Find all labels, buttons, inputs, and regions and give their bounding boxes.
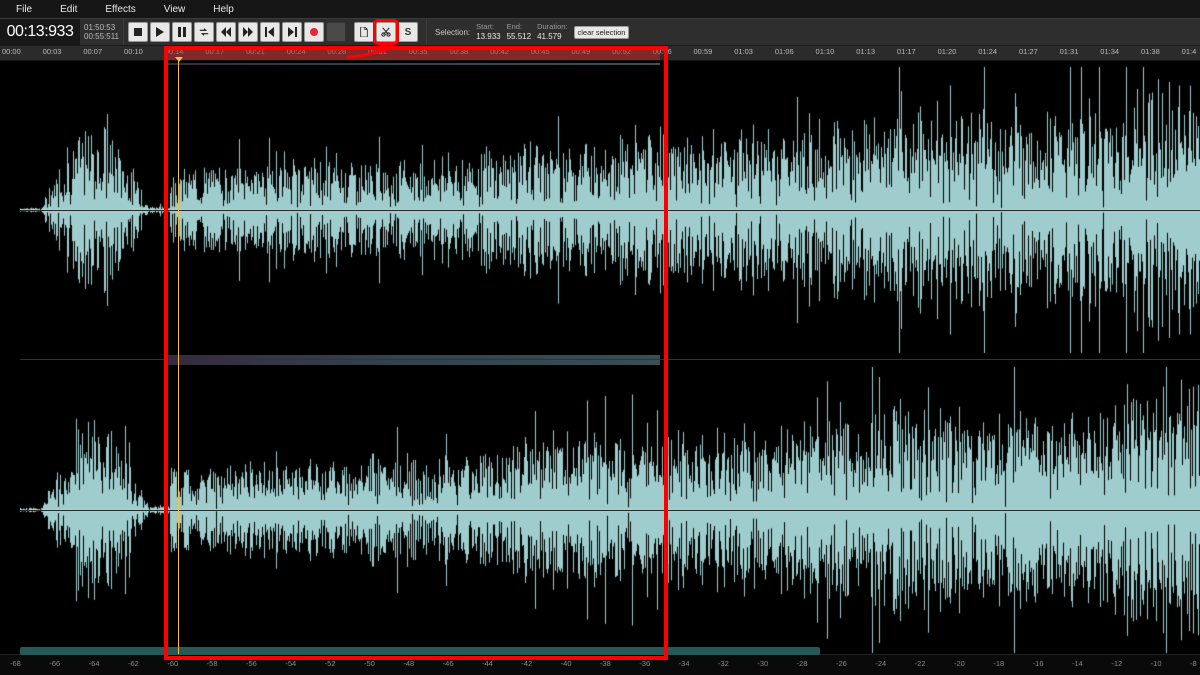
selection-start-value: 13.933 [476,32,500,42]
selection-dur-value: 41.579 [537,32,561,42]
skip-start-icon [265,27,275,37]
selection-label: Selection: [435,28,470,37]
menu-view[interactable]: View [164,4,186,15]
transport-buttons: S [124,22,418,42]
selection-dur: Duration: 41.579 [537,22,567,42]
selection-end-label: End: [507,22,522,32]
newfile-button[interactable] [354,22,374,42]
fastforward-icon [243,27,253,37]
annotation-selection-box [164,46,668,660]
db-tick: -10 [1151,659,1162,668]
db-tick: -54 [285,659,296,668]
db-tick: -36 [639,659,650,668]
menu-file[interactable]: File [16,4,32,15]
newfile-icon [359,27,369,37]
menu-effects[interactable]: Effects [105,4,135,15]
db-tick: -32 [718,659,729,668]
waveform-area[interactable] [0,61,1200,654]
timecode-aux1: 01:50:53 [84,23,119,32]
db-tick: -64 [89,659,100,668]
disabled-button [326,22,346,42]
db-tick: -50 [364,659,375,668]
record-icon [310,28,318,36]
selection-start: Start: 13.933 [476,22,500,42]
db-tick: -24 [875,659,886,668]
skip-end-icon [287,27,297,37]
selection-end-value: 55.512 [507,32,531,42]
playhead[interactable] [178,61,179,654]
pause-button[interactable] [172,22,192,42]
db-tick: -68 [10,659,21,668]
db-tick: -38 [600,659,611,668]
timecode-side: 01:50:53 00:55:511 [80,19,124,45]
selection-dur-label: Duration: [537,22,567,32]
record-button[interactable] [304,22,324,42]
skip-start-button[interactable] [260,22,280,42]
db-tick: -22 [915,659,926,668]
db-tick: -42 [521,659,532,668]
menu-edit[interactable]: Edit [60,4,77,15]
timecode-aux2: 00:55:511 [84,32,119,41]
cut-button[interactable] [376,22,396,42]
db-tick: -40 [561,659,572,668]
db-tick: -52 [325,659,336,668]
play-button[interactable] [150,22,170,42]
s-icon: S [405,27,412,38]
db-tick: -62 [128,659,139,668]
loop-icon [199,27,209,37]
db-tick: -56 [246,659,257,668]
db-tick: -44 [482,659,493,668]
db-tick: -58 [207,659,218,668]
timecode-main: 00:13:933 [0,19,80,45]
db-tick: -46 [443,659,454,668]
db-tick: -12 [1111,659,1122,668]
db-tick: -20 [954,659,965,668]
db-tick: -60 [167,659,178,668]
scissors-icon [381,27,391,37]
rewind-button[interactable] [216,22,236,42]
s-button[interactable]: S [398,22,418,42]
db-tick: -30 [757,659,768,668]
selection-end: End: 55.512 [507,22,531,42]
selection-panel: Selection: Start: 13.933 End: 55.512 Dur… [426,19,629,45]
menu-help[interactable]: Help [213,4,234,15]
fastforward-button[interactable] [238,22,258,42]
skip-end-button[interactable] [282,22,302,42]
db-tick: -18 [993,659,1004,668]
db-tick: -8 [1190,659,1197,668]
toolbar: 00:13:933 01:50:53 00:55:511 [0,18,1200,46]
loop-button[interactable] [194,22,214,42]
menubar: File Edit Effects View Help [0,0,1200,18]
clear-selection-button[interactable]: clear selection [574,26,630,39]
db-tick: -66 [49,659,60,668]
stop-button[interactable] [128,22,148,42]
db-tick: -14 [1072,659,1083,668]
db-tick: -26 [836,659,847,668]
pause-icon [177,27,187,37]
db-tick: -34 [679,659,690,668]
db-tick: -16 [1033,659,1044,668]
db-tick: -48 [403,659,414,668]
selection-start-label: Start: [476,22,494,32]
rewind-icon [221,27,231,37]
app-root: File Edit Effects View Help 00:13:933 01… [0,0,1200,675]
play-icon [155,27,165,37]
stop-icon [133,27,143,37]
db-tick: -28 [797,659,808,668]
